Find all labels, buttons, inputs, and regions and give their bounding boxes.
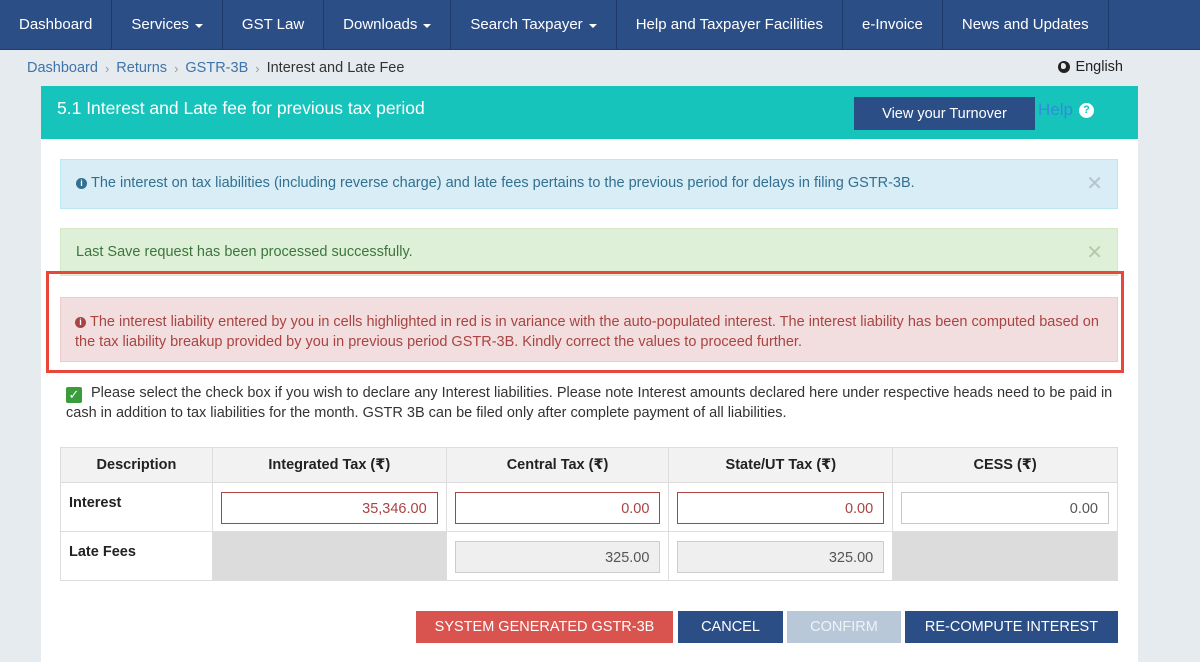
- recompute-interest-button[interactable]: RE-COMPUTE INTEREST: [905, 611, 1118, 643]
- success-alert-text: Last Save request has been processed suc…: [76, 244, 413, 260]
- confirm-button[interactable]: CONFIRM: [787, 611, 901, 643]
- nav-e-invoice[interactable]: e-Invoice: [843, 0, 943, 49]
- column-header-cess: CESS (₹): [892, 447, 1118, 483]
- breadcrumb-dashboard[interactable]: Dashboard: [27, 60, 98, 76]
- info-circle-icon: i: [76, 178, 87, 189]
- top-navigation: Dashboard Services GST Law Downloads Sea…: [0, 0, 1200, 50]
- card-header: 5.1 Interest and Late fee for previous t…: [41, 86, 1138, 139]
- late-fees-state-ut-tax-field: 325.00: [677, 541, 885, 573]
- table-cell: 0.00: [445, 482, 670, 532]
- breadcrumb: Dashboard › Returns › GSTR-3B › Interest…: [27, 59, 404, 77]
- table-cell: 0.00: [668, 482, 894, 532]
- nav-label: Help and Taxpayer Facilities: [635, 16, 824, 33]
- breadcrumb-separator-icon: ›: [104, 60, 110, 76]
- nav-label: Services: [131, 16, 189, 33]
- nav-gst-law[interactable]: GST Law: [223, 0, 325, 49]
- language-label: English: [1075, 59, 1123, 75]
- table-row-late-fees: Late Fees 325.00 325.00: [60, 531, 1118, 581]
- table-cell: 0.00: [892, 482, 1118, 532]
- breadcrumb-separator-icon: ›: [255, 60, 260, 76]
- table-header-row: Description Integrated Tax (₹) Central T…: [60, 447, 1118, 483]
- question-circle-icon: ?: [1078, 102, 1094, 118]
- table-cell: 325.00: [445, 531, 670, 581]
- caret-down-icon: [194, 23, 203, 28]
- declare-interest-row: ✓ Please select the check box if you wish…: [66, 383, 1121, 423]
- help-label: Help: [1038, 100, 1073, 119]
- declare-interest-text: Please select the check box if you wish …: [66, 385, 1113, 421]
- table-cell: 325.00: [668, 531, 894, 581]
- success-alert: Last Save request has been processed suc…: [60, 228, 1118, 276]
- late-fees-integrated-tax-disabled: [211, 531, 447, 581]
- table-cell: 35,346.00: [211, 482, 447, 532]
- nav-search-taxpayer[interactable]: Search Taxpayer: [451, 0, 617, 49]
- nav-label: GST Law: [241, 16, 305, 33]
- nav-label: News and Updates: [961, 16, 1089, 33]
- nav-label: Dashboard: [19, 16, 93, 33]
- info-alert: i The interest on tax liabilities (includ…: [60, 159, 1118, 209]
- view-turnover-button[interactable]: View your Turnover: [854, 97, 1035, 130]
- nav-label: Search Taxpayer: [470, 16, 583, 33]
- annotation-highlight-box: [46, 271, 1124, 373]
- close-icon[interactable]: ✕: [1086, 243, 1103, 263]
- column-header-integrated-tax: Integrated Tax (₹): [211, 447, 447, 483]
- table-row-interest: Interest 35,346.00 0.00 0.00 0.00: [60, 482, 1118, 532]
- column-header-description: Description: [60, 447, 213, 483]
- breadcrumb-current: Interest and Late Fee: [266, 60, 405, 76]
- late-fees-central-tax-field: 325.00: [454, 541, 661, 573]
- interest-late-fee-table: Description Integrated Tax (₹) Central T…: [60, 447, 1118, 581]
- help-link[interactable]: Help ?: [1038, 100, 1094, 120]
- nav-label: Downloads: [343, 16, 418, 33]
- interest-integrated-tax-input[interactable]: 35,346.00: [220, 492, 438, 524]
- caret-down-icon: [588, 23, 597, 28]
- caret-down-icon: [423, 23, 432, 28]
- nav-news-updates[interactable]: News and Updates: [943, 0, 1109, 49]
- interest-cess-input[interactable]: 0.00: [901, 492, 1109, 524]
- declare-interest-checkbox[interactable]: ✓: [66, 387, 82, 403]
- nav-downloads[interactable]: Downloads: [324, 0, 452, 49]
- interest-late-fee-card: 5.1 Interest and Late fee for previous t…: [41, 86, 1138, 662]
- globe-icon: [1058, 61, 1071, 73]
- nav-help-taxpayer-facilities[interactable]: Help and Taxpayer Facilities: [617, 0, 844, 49]
- column-header-state-ut-tax: State/UT Tax (₹): [668, 447, 894, 483]
- interest-state-ut-tax-input[interactable]: 0.00: [677, 492, 885, 524]
- cancel-button[interactable]: CANCEL: [678, 611, 783, 643]
- info-alert-text: The interest on tax liabilities (includi…: [91, 175, 915, 191]
- breadcrumb-separator-icon: ›: [174, 60, 179, 76]
- late-fees-cess-disabled: [892, 531, 1118, 581]
- row-label-interest: Interest: [60, 482, 213, 532]
- row-label-late-fees: Late Fees: [60, 531, 213, 581]
- column-header-central-tax: Central Tax (₹): [445, 447, 670, 483]
- interest-central-tax-input[interactable]: 0.00: [454, 492, 661, 524]
- page-title: 5.1 Interest and Late fee for previous t…: [57, 98, 425, 118]
- nav-services[interactable]: Services: [112, 0, 223, 49]
- close-icon[interactable]: ✕: [1086, 174, 1103, 194]
- breadcrumb-returns[interactable]: Returns: [116, 60, 167, 76]
- breadcrumb-gstr-3b[interactable]: GSTR-3B: [185, 60, 248, 76]
- language-selector[interactable]: English: [1058, 59, 1123, 75]
- nav-dashboard[interactable]: Dashboard: [0, 0, 113, 49]
- nav-label: e-Invoice: [862, 16, 923, 33]
- system-generated-gstr3b-button[interactable]: SYSTEM GENERATED GSTR-3B: [416, 611, 673, 643]
